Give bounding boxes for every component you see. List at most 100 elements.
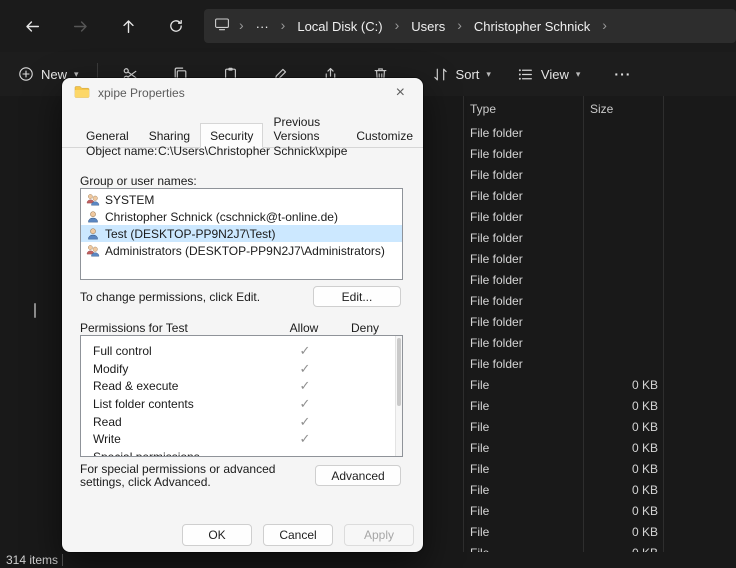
user-icon xyxy=(85,210,100,224)
permission-row[interactable]: List folder contents ✓ xyxy=(81,395,402,413)
ok-button[interactable]: OK xyxy=(182,524,252,546)
chevron-down-icon: ▾ xyxy=(486,68,491,79)
group-user-list[interactable]: SYSTEM Christopher Schnick (cschnick@t-o… xyxy=(80,188,403,280)
user-row[interactable]: Test (DESKTOP-PP9N2J7\Test) xyxy=(81,225,402,242)
scrollbar-thumb[interactable] xyxy=(397,338,401,406)
navigation-bar: › ··· › Local Disk (C:) › Users › Christ… xyxy=(0,0,736,52)
object-name-label: Object name: xyxy=(86,144,158,158)
permission-row[interactable]: Write ✓ xyxy=(81,430,402,448)
user-icon xyxy=(85,193,100,207)
up-arrow-icon xyxy=(122,19,134,33)
permission-name: Modify xyxy=(93,361,129,376)
refresh-icon xyxy=(170,19,182,32)
allow-check-icon: ✓ xyxy=(299,431,311,447)
edit-button[interactable]: Edit... xyxy=(313,286,401,307)
user-name: Christopher Schnick (cschnick@t-online.d… xyxy=(105,209,338,224)
file-type-cell: File xyxy=(470,483,490,497)
explorer-window: › ··· › Local Disk (C:) › Users › Christ… xyxy=(0,0,736,568)
up-button[interactable] xyxy=(112,10,144,42)
permission-row[interactable]: Read & execute ✓ xyxy=(81,377,402,395)
dialog-titlebar[interactable]: xpipe Properties × xyxy=(62,78,423,108)
apply-button[interactable]: Apply xyxy=(344,524,414,546)
items-count: 314 items xyxy=(6,553,59,567)
permission-row[interactable]: Special permissions xyxy=(81,448,402,456)
allow-check-icon: ✓ xyxy=(299,378,311,394)
breadcrumb-item[interactable]: Local Disk (C:) xyxy=(294,17,385,36)
dialog-tabs: General Sharing Security Previous Versio… xyxy=(62,111,423,148)
user-row[interactable]: SYSTEM xyxy=(81,191,402,208)
dialog-tab[interactable]: Previous Versions xyxy=(263,111,346,148)
view-button-label: View xyxy=(540,66,569,82)
file-type-cell: File xyxy=(470,462,490,476)
file-type-cell: File folder xyxy=(470,336,523,350)
file-type-cell: File folder xyxy=(470,231,523,245)
pane-scrollbar-thumb[interactable] xyxy=(34,303,36,318)
breadcrumb-item[interactable]: Christopher Schnick xyxy=(471,17,593,36)
file-size-cell: 0 KB xyxy=(631,462,658,476)
file-type-cell: File folder xyxy=(470,189,523,203)
breadcrumb-chevron-icon: › xyxy=(457,17,462,33)
cancel-button[interactable]: Cancel xyxy=(263,524,333,546)
file-type-cell: File folder xyxy=(470,210,523,224)
chevron-down-icon: ▾ xyxy=(575,68,581,79)
file-type-cell: File folder xyxy=(470,357,523,371)
file-type-cell: File folder xyxy=(470,168,523,182)
back-button[interactable] xyxy=(16,10,48,42)
new-button-label: New xyxy=(41,66,68,82)
properties-dialog: xpipe Properties × General Sharing Secur… xyxy=(62,78,423,552)
permission-name: Full control xyxy=(93,344,152,358)
monitor-icon xyxy=(214,16,230,37)
file-type-cell: File xyxy=(470,441,490,455)
permission-row[interactable]: Read ✓ xyxy=(81,413,402,431)
breadcrumb-chevron-icon: › xyxy=(239,17,244,33)
file-size-cell: 0 KB xyxy=(631,525,658,539)
advanced-button[interactable]: Advanced xyxy=(315,465,401,486)
more-options-button[interactable]: ··· xyxy=(614,66,631,82)
close-icon[interactable]: × xyxy=(390,83,411,103)
breadcrumb-chevron-icon: › xyxy=(394,17,400,33)
column-header-type[interactable]: Type xyxy=(470,102,496,116)
breadcrumb-item[interactable]: Users xyxy=(408,17,448,36)
permission-name: Special permissions xyxy=(93,450,200,456)
folder-icon xyxy=(74,85,90,102)
file-type-cell: File xyxy=(470,378,490,392)
dialog-tab[interactable]: Customize xyxy=(346,125,423,148)
edit-hint: To change permissions, click Edit. xyxy=(80,290,261,304)
file-type-cell: File xyxy=(470,525,490,539)
file-size-cell: 0 KB xyxy=(631,483,658,497)
file-type-cell: File folder xyxy=(470,126,523,140)
file-type-cell: File folder xyxy=(470,273,523,287)
permission-row[interactable]: Modify ✓ xyxy=(81,360,402,378)
file-type-cell: File folder xyxy=(470,294,523,308)
user-row[interactable]: Administrators (DESKTOP-PP9N2J7\Administ… xyxy=(81,242,402,259)
allow-header: Allow xyxy=(289,321,319,335)
permissions-for-label: Permissions for Test xyxy=(80,321,188,335)
permission-name: Read xyxy=(93,414,122,429)
permission-name: List folder contents xyxy=(93,397,194,412)
view-button[interactable]: View ▾ xyxy=(517,66,580,83)
refresh-button[interactable] xyxy=(160,10,192,42)
file-size-cell: 0 KB xyxy=(631,504,658,518)
group-user-label: Group or user names: xyxy=(80,174,197,188)
file-size-cell: 0 KB xyxy=(631,420,658,434)
forward-button[interactable] xyxy=(64,10,96,42)
permission-row[interactable]: Full control ✓ xyxy=(81,342,402,360)
user-name: Administrators (DESKTOP-PP9N2J7\Administ… xyxy=(105,243,385,258)
breadcrumb-item[interactable]: ··· xyxy=(253,17,272,36)
user-row[interactable]: Christopher Schnick (cschnick@t-online.d… xyxy=(81,208,402,225)
file-type-cell: File xyxy=(470,399,490,413)
file-size-cell: 0 KB xyxy=(631,378,658,392)
permission-name: Read & execute xyxy=(93,379,179,394)
address-bar[interactable]: › ··· › Local Disk (C:) › Users › Christ… xyxy=(204,9,736,43)
permissions-list[interactable]: Full control ✓ Modify ✓ Read & execute ✓ xyxy=(80,335,403,457)
breadcrumb-chevron-icon: › xyxy=(602,17,607,33)
file-type-cell: File folder xyxy=(470,252,523,266)
sort-button[interactable]: Sort ▾ xyxy=(432,66,491,83)
advanced-hint: For special permissions or advanced sett… xyxy=(80,462,276,489)
user-icon xyxy=(85,244,100,258)
allow-check-icon: ✓ xyxy=(299,343,311,358)
column-header-size[interactable]: Size xyxy=(590,102,613,116)
permissions-scrollbar[interactable] xyxy=(395,336,402,456)
file-type-cell: File xyxy=(470,504,490,518)
sort-icon xyxy=(433,68,447,80)
